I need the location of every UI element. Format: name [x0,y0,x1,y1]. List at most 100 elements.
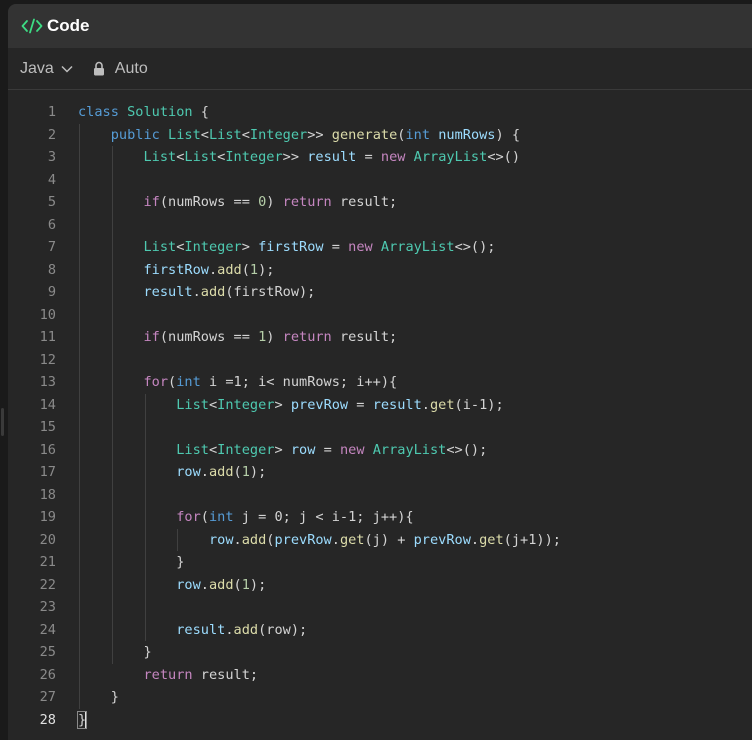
code-token: < [208,396,218,413]
code-token: generate [331,126,398,143]
line-number: 7 [47,239,56,255]
code-token: ArrayList [413,149,488,165]
code-token: add [233,621,259,638]
line-number: 15 [39,419,56,435]
code-token: = [323,239,349,255]
line-number: 10 [39,306,56,323]
code-token: . [208,261,218,278]
code-token: ( [233,464,242,480]
code-token: 1 [241,464,250,480]
code-token: < [208,441,218,458]
code-token: for [176,509,201,525]
code-editor[interactable]: 1 class Solution {2 public List<List<Inte… [8,90,752,740]
panel-header: Code [8,4,752,48]
line-number: 14 [39,396,56,413]
code-token: (numRows == [159,194,259,210]
code-token: return [282,329,340,345]
code-text: if(numRows == 1) return result; [78,326,397,349]
code-token: new [339,441,373,458]
code-text: result.add(firstRow); [78,281,315,304]
code-token: j = 0; j < i-1; j++){ [241,509,414,525]
code-token: List [143,149,177,165]
line-number: 18 [39,486,56,503]
code-token: ) [266,194,283,210]
line-number: 9 [47,284,56,300]
line-number: 5 [47,194,56,210]
code-text: List<Integer> firstRow = new ArrayList<>… [78,236,495,259]
code-token: . [192,284,201,300]
line-number: 1 [47,104,56,120]
code-token: } [176,554,185,570]
code-token: new [348,239,381,255]
line-number: 6 [47,216,56,233]
code-token: ArrayList [380,239,455,255]
code-token: } [110,689,119,705]
code-text: List<List<Integer>> result = new ArrayLi… [78,146,520,169]
code-token: < [200,126,209,143]
line-number: 20 [39,531,56,548]
code-token: result; [200,666,259,683]
resize-handle[interactable] [1,408,4,436]
code-token: row [176,576,201,593]
code-token: row [176,464,201,480]
code-token: Integer [217,441,275,458]
line-number: 3 [47,149,56,165]
code-text: row.add(prevRow.get(j) + prevRow.get(j+1… [78,529,561,552]
code-token: (row); [258,621,308,638]
code-token: Integer [249,126,308,143]
code-token: { [200,104,209,120]
code-token: (j) + [364,531,414,548]
code-token: ( [233,576,242,593]
code-token: >> [307,126,332,143]
code-text: List<Integer> row = new ArrayList<>(); [78,439,487,462]
code-token: result [176,621,226,638]
code-token: . [200,464,209,480]
code-text: } [78,641,152,664]
code-token: prevRow [413,531,471,548]
line-number: 2 [47,126,56,143]
line-number: 16 [39,441,56,458]
code-text: } [76,709,88,732]
code-token: return [282,194,340,210]
code-text: public List<List<Integer>> generate(int … [78,124,520,147]
code-panel: Code Java Auto 1 class Solution {2 public… [8,4,752,740]
code-token: . [225,621,234,638]
code-text: } [78,686,119,709]
code-token: <>() [487,149,521,165]
code-token: row [290,441,316,458]
code-text: return result; [78,664,258,687]
line-number: 24 [39,621,56,638]
code-token: numRows [438,126,496,143]
code-token: if [143,329,160,345]
code-token: if [143,194,160,210]
code-token: get [429,396,455,413]
line-number: 26 [39,666,56,683]
code-token: ) [266,329,283,345]
code-text: class Solution { [78,101,209,124]
code-token: result [143,284,193,300]
code-token: (firstRow); [225,284,316,300]
editor-toolbar: Java Auto [8,48,752,90]
code-token: = [348,396,373,413]
code-token: ( [241,261,250,278]
language-selector[interactable]: Java [20,60,73,78]
code-token: 1 [249,261,259,278]
line-number: 21 [39,554,56,570]
line-number: 23 [39,599,56,615]
text-cursor [85,711,88,728]
code-token: ( [200,509,209,525]
code-token: get [339,531,365,548]
code-token: } [143,644,152,660]
code-text: if(numRows == 0) return result; [78,191,397,214]
code-token: prevRow [290,396,349,413]
code-text: for(int i =1; i< numRows; i++){ [78,371,397,394]
